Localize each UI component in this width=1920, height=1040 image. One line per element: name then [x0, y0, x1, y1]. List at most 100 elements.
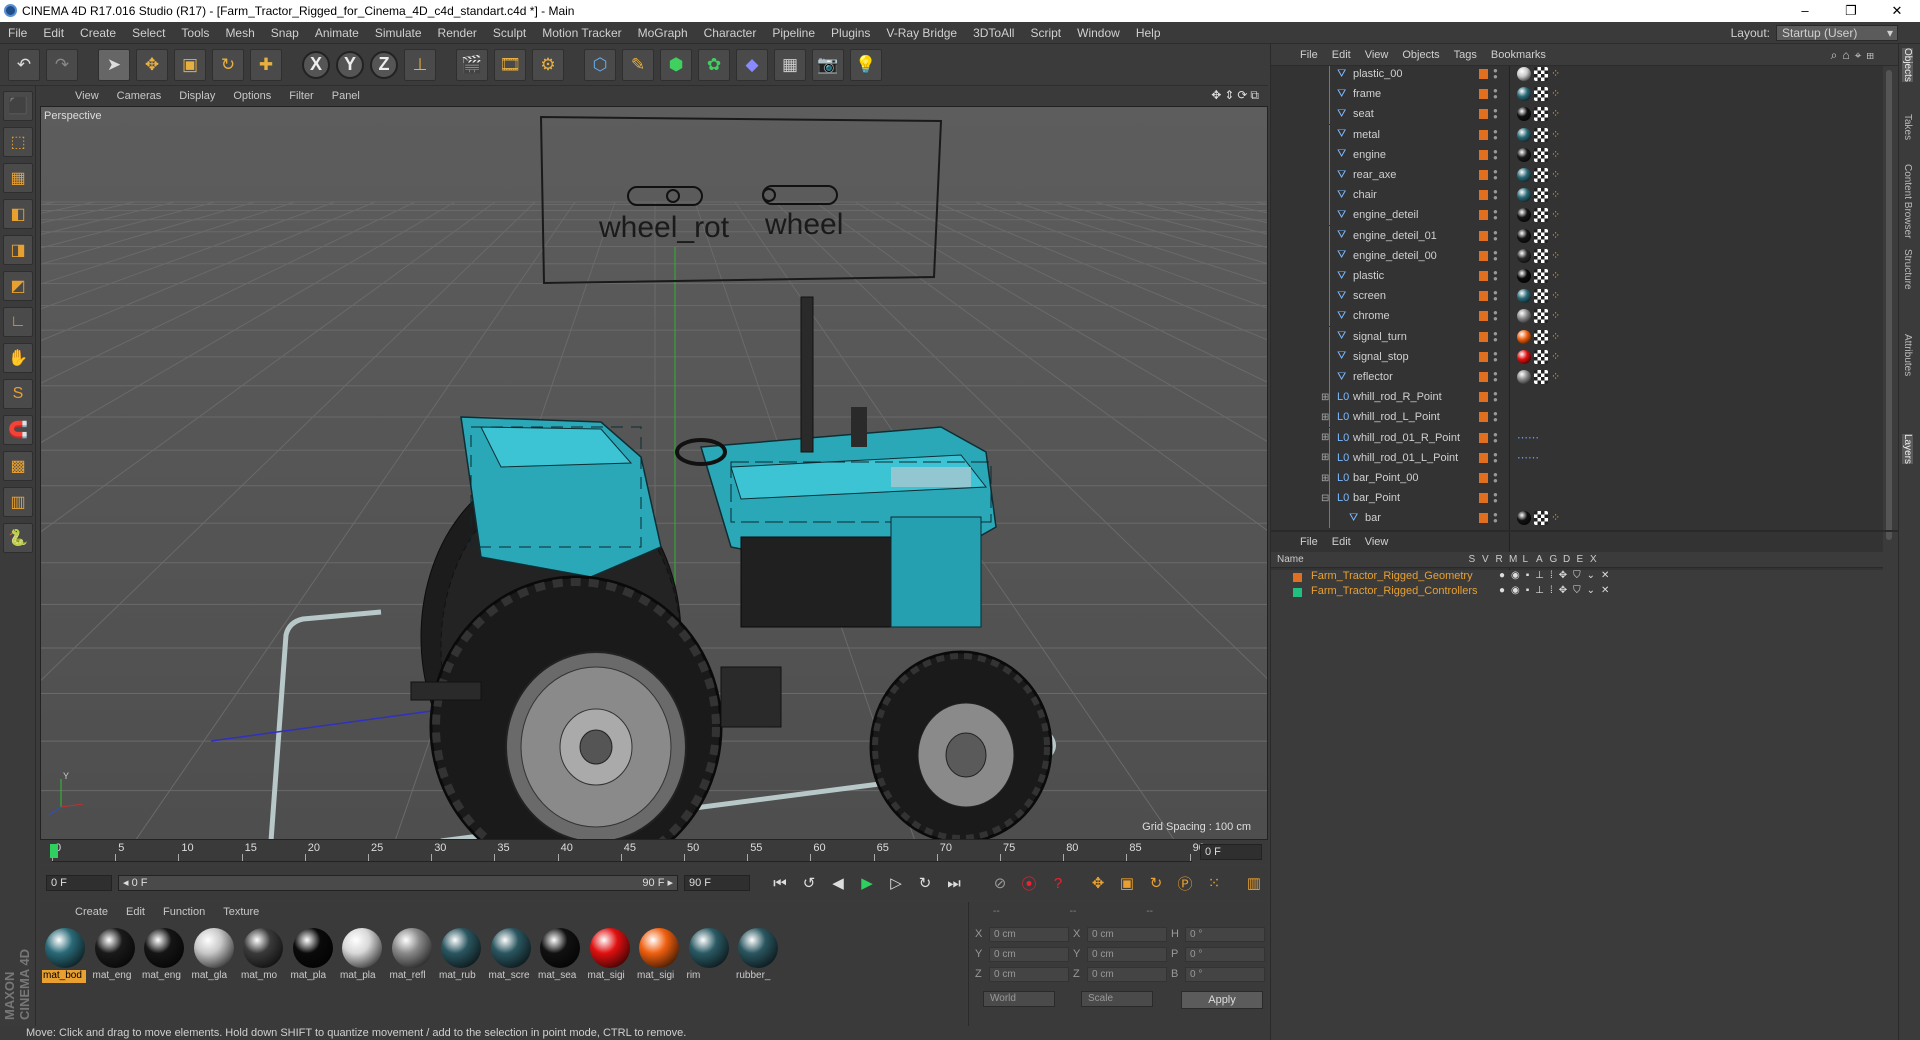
- menu-help[interactable]: Help: [1128, 26, 1169, 40]
- object-row[interactable]: ⊞ L0 whill_rod_01_L_Point ● ● ⋯⋯: [1271, 447, 1883, 468]
- material-tag-icon[interactable]: [1517, 349, 1531, 364]
- object-row[interactable]: ⊟ L0 bar_Point ● ●: [1271, 488, 1883, 509]
- visibility-dots[interactable]: ● ●: [1493, 329, 1499, 343]
- layer-toggle-icons[interactable]: ●◉▪⊥⁞✥⛉⌄✕: [1499, 570, 1615, 581]
- uvw-tag-icon[interactable]: [1534, 87, 1548, 102]
- expand-icon[interactable]: ⊞: [1321, 392, 1329, 403]
- layer-color-swatch[interactable]: [1479, 109, 1488, 120]
- frame-range-slider[interactable]: ◂ 0 F 90 F ▸: [118, 875, 678, 891]
- side-tab-structure[interactable]: Structure: [1902, 249, 1913, 290]
- material-menu-create[interactable]: Create: [66, 906, 117, 918]
- phong-tag-icon[interactable]: ⁘: [1551, 188, 1560, 202]
- layer-color-swatch[interactable]: [1479, 149, 1488, 160]
- object-row[interactable]: ⛛ engine_deteil ● ● ⁘: [1271, 205, 1883, 226]
- material-swatch[interactable]: mat_gla: [190, 926, 237, 988]
- layer-color-swatch[interactable]: [1479, 210, 1488, 221]
- layer-color-swatch[interactable]: [1479, 493, 1488, 504]
- go-to-start-button[interactable]: ⏮: [767, 870, 793, 896]
- menu-character[interactable]: Character: [696, 26, 765, 40]
- object-menu-edit[interactable]: Edit: [1325, 49, 1358, 61]
- menu-render[interactable]: Render: [430, 26, 485, 40]
- subdivision-surface-button[interactable]: ⬢: [660, 48, 692, 81]
- layer-color-swatch[interactable]: [1479, 392, 1488, 403]
- uvw-tag-icon[interactable]: [1534, 147, 1548, 162]
- expand-icon[interactable]: ⊟: [1321, 493, 1329, 504]
- material-swatch[interactable]: rubber_: [735, 926, 781, 988]
- object-row[interactable]: ⊞ L0 whill_rod_L_Point ● ●: [1271, 407, 1883, 428]
- visibility-dots[interactable]: ● ●: [1493, 471, 1499, 485]
- phong-tag-icon[interactable]: ⁘: [1551, 370, 1560, 384]
- layer-color-swatch[interactable]: [1293, 588, 1302, 597]
- coordinate-mode-dropdown[interactable]: Scale: [1081, 991, 1153, 1007]
- ik-tag-icon[interactable]: ⋯⋯: [1517, 451, 1539, 465]
- object-row[interactable]: ⛛ frame ● ● ⁘: [1271, 84, 1883, 105]
- menu-edit[interactable]: Edit: [35, 26, 72, 40]
- visibility-dots[interactable]: ● ●: [1493, 228, 1499, 242]
- uvw-tag-icon[interactable]: [1534, 329, 1548, 344]
- pen-spline-button[interactable]: ✎: [622, 48, 654, 81]
- uvw-tag-icon[interactable]: [1534, 67, 1548, 81]
- visibility-dots[interactable]: ● ●: [1493, 491, 1499, 505]
- object-row[interactable]: ⛛ screen ● ● ⁘: [1271, 286, 1883, 307]
- array-object-button[interactable]: ✿: [698, 48, 730, 81]
- material-tag-icon[interactable]: [1517, 147, 1531, 162]
- menu-mesh[interactable]: Mesh: [217, 26, 262, 40]
- side-tab-attributes[interactable]: Attributes: [1902, 334, 1913, 376]
- uvw-tag-icon[interactable]: [1534, 168, 1548, 182]
- phong-tag-icon[interactable]: ⁘: [1551, 269, 1560, 283]
- object-menu-bookmarks[interactable]: Bookmarks: [1484, 49, 1553, 61]
- timeline[interactable]: 0 5 10 15 20 25 30 35 40 45 50 55 60 65 70 75 80 85 90 0 F: [40, 840, 1268, 864]
- layer-color-swatch[interactable]: [1479, 250, 1488, 261]
- layer-color-swatch[interactable]: [1479, 351, 1488, 362]
- layer-color-swatch[interactable]: [1479, 311, 1488, 322]
- redo-button[interactable]: ↷: [46, 48, 78, 81]
- layer-menu-file[interactable]: File: [1293, 536, 1325, 548]
- material-tag-icon[interactable]: [1517, 67, 1531, 81]
- visibility-dots[interactable]: ● ●: [1493, 168, 1499, 182]
- last-tool-button[interactable]: ✚: [250, 48, 282, 81]
- uvw-tag-icon[interactable]: [1534, 349, 1548, 364]
- autokey-button[interactable]: ?: [1045, 870, 1071, 896]
- object-row[interactable]: ⊞ L0 whill_rod_R_Point ● ●: [1271, 387, 1883, 408]
- uvw-tag-icon[interactable]: [1534, 107, 1548, 122]
- material-swatch[interactable]: mat_rub: [438, 926, 484, 988]
- next-frame-button[interactable]: ▷: [883, 870, 909, 896]
- material-tag-icon[interactable]: [1517, 289, 1531, 304]
- uvw-tag-icon[interactable]: [1534, 309, 1548, 324]
- visibility-dots[interactable]: ● ●: [1493, 450, 1499, 464]
- uvw-tag-icon[interactable]: [1534, 228, 1548, 243]
- menu-pipeline[interactable]: Pipeline: [764, 26, 823, 40]
- material-swatch[interactable]: mat_sea: [537, 926, 583, 988]
- menu-select[interactable]: Select: [124, 26, 173, 40]
- solo-icon[interactable]: S: [3, 379, 33, 409]
- layout-dropdown[interactable]: Startup (User): [1776, 25, 1898, 41]
- viewport-menu-panel[interactable]: Panel: [323, 90, 369, 102]
- y-axis-lock-button[interactable]: Y: [336, 50, 364, 79]
- viewport-menu-display[interactable]: Display: [170, 90, 224, 102]
- layer-color-swatch[interactable]: [1479, 513, 1488, 524]
- key-position-icon[interactable]: ✥: [1085, 870, 1111, 896]
- max-frame-field[interactable]: 90 F: [684, 875, 750, 891]
- menu-simulate[interactable]: Simulate: [367, 26, 430, 40]
- keyframe-selection-icon[interactable]: ⊘: [987, 870, 1013, 896]
- object-row[interactable]: ⊞ L0 bar_Point_00 ● ●: [1271, 468, 1883, 488]
- layer-row[interactable]: Farm_Tractor_Rigged_Geometry ●◉▪⊥⁞✥⛉⌄✕: [1271, 570, 1883, 584]
- x-axis-lock-button[interactable]: X: [302, 50, 330, 79]
- layer-color-swatch[interactable]: [1479, 372, 1488, 382]
- coord-value-field[interactable]: 0 cm: [989, 946, 1069, 962]
- key-pla-icon[interactable]: ⁙: [1201, 870, 1227, 896]
- z-axis-lock-button[interactable]: Z: [370, 50, 398, 79]
- material-tag-icon[interactable]: [1517, 228, 1531, 243]
- visibility-dots[interactable]: ● ●: [1493, 248, 1499, 262]
- object-row[interactable]: ⛛ plastic_00 ● ● ⁘: [1271, 66, 1883, 84]
- perspective-viewport[interactable]: wheel_rot wheel Y Perspective Grid Spaci…: [40, 106, 1268, 840]
- material-tag-icon[interactable]: [1517, 269, 1531, 283]
- snap-icon[interactable]: 🧲: [3, 415, 33, 445]
- close-button[interactable]: ✕: [1874, 0, 1920, 22]
- previous-frame-button[interactable]: ◀: [825, 870, 851, 896]
- coord-value-field[interactable]: 0 cm: [989, 926, 1069, 942]
- material-swatch[interactable]: mat_sigi: [586, 926, 633, 988]
- select-tool-button[interactable]: ➤: [98, 48, 130, 81]
- uvw-tag-icon[interactable]: [1534, 370, 1548, 384]
- visibility-dots[interactable]: ● ●: [1493, 309, 1499, 323]
